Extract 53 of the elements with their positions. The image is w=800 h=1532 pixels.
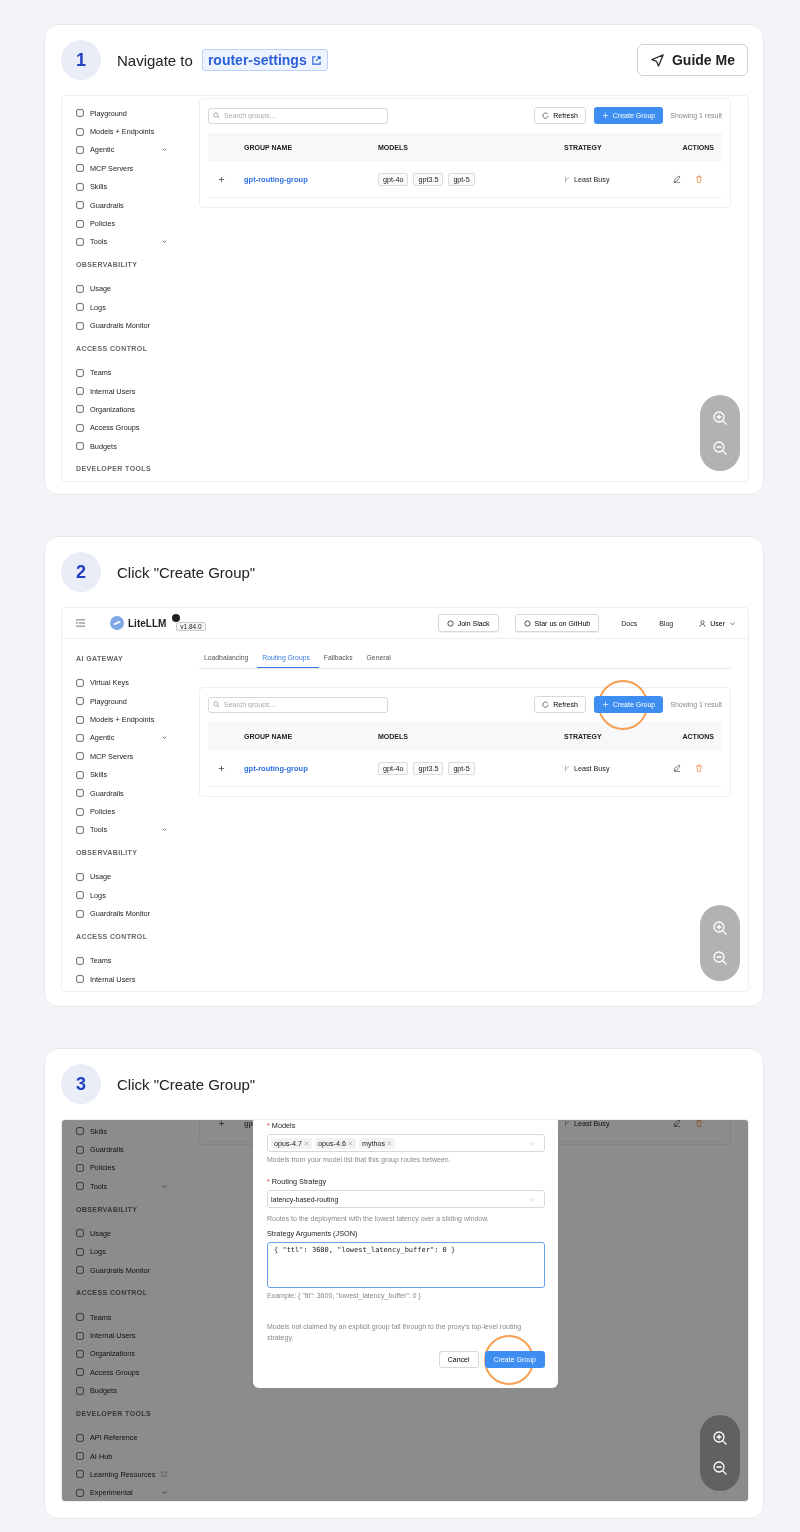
- edit-icon[interactable]: [673, 175, 681, 183]
- expand-icon[interactable]: [218, 764, 225, 772]
- page-link[interactable]: router-settings: [201, 49, 328, 71]
- remove-icon[interactable]: [347, 1140, 353, 1146]
- branch-icon: [564, 1120, 570, 1127]
- nav-icon: [76, 1266, 84, 1275]
- menu-icon[interactable]: [76, 619, 85, 627]
- zoom-out-icon[interactable]: [712, 1460, 728, 1476]
- nav-icon: [76, 872, 84, 881]
- dropdown-icon: [529, 1139, 536, 1147]
- nav-icon: [76, 368, 84, 377]
- nav-icon: [76, 1182, 84, 1191]
- remove-icon[interactable]: [304, 1140, 309, 1146]
- plus-icon: [601, 701, 609, 708]
- avatar-icon: [172, 613, 181, 622]
- refresh-icon: [542, 112, 550, 119]
- zoom-in-icon[interactable]: [712, 1430, 728, 1446]
- circle-icon: [446, 619, 454, 627]
- external-link-icon: [310, 54, 322, 66]
- delete-icon[interactable]: [695, 1120, 703, 1127]
- delete-icon[interactable]: [695, 175, 703, 183]
- step-title: Click "Create Group": [117, 1075, 256, 1093]
- expand-icon[interactable]: [218, 175, 225, 183]
- step-number: 3: [61, 1064, 101, 1104]
- remove-icon[interactable]: [387, 1140, 393, 1146]
- nav-icon: [76, 975, 84, 984]
- circle-icon: [523, 619, 531, 627]
- dropdown-icon: [529, 1195, 536, 1203]
- step-title: Click "Create Group": [117, 563, 256, 581]
- app-logo: LiteLLM: [128, 617, 167, 629]
- search-icon: [213, 112, 220, 119]
- navigation-arrow-icon: [650, 52, 665, 68]
- step-title: Navigate to: [117, 51, 193, 69]
- edit-icon[interactable]: [673, 1120, 681, 1127]
- branch-icon: [564, 764, 570, 772]
- nav-icon: [76, 956, 84, 965]
- refresh-icon: [542, 701, 550, 708]
- user-icon: [699, 619, 707, 627]
- step-number: 1: [61, 40, 101, 80]
- logo-icon: [110, 616, 124, 630]
- expand-icon[interactable]: [218, 1120, 225, 1127]
- search-icon: [213, 701, 220, 708]
- edit-icon[interactable]: [673, 764, 681, 772]
- nav-icon: [76, 1433, 84, 1442]
- chevron-down-icon: [729, 619, 736, 627]
- nav-icon: [76, 284, 84, 293]
- nav-icon: [76, 678, 84, 687]
- delete-icon[interactable]: [695, 764, 703, 772]
- branch-icon: [564, 175, 570, 183]
- plus-icon: [601, 112, 609, 119]
- nav-icon: [76, 442, 84, 451]
- step-number: 2: [61, 552, 101, 592]
- guide-me-button[interactable]: Guide Me: [637, 44, 748, 76]
